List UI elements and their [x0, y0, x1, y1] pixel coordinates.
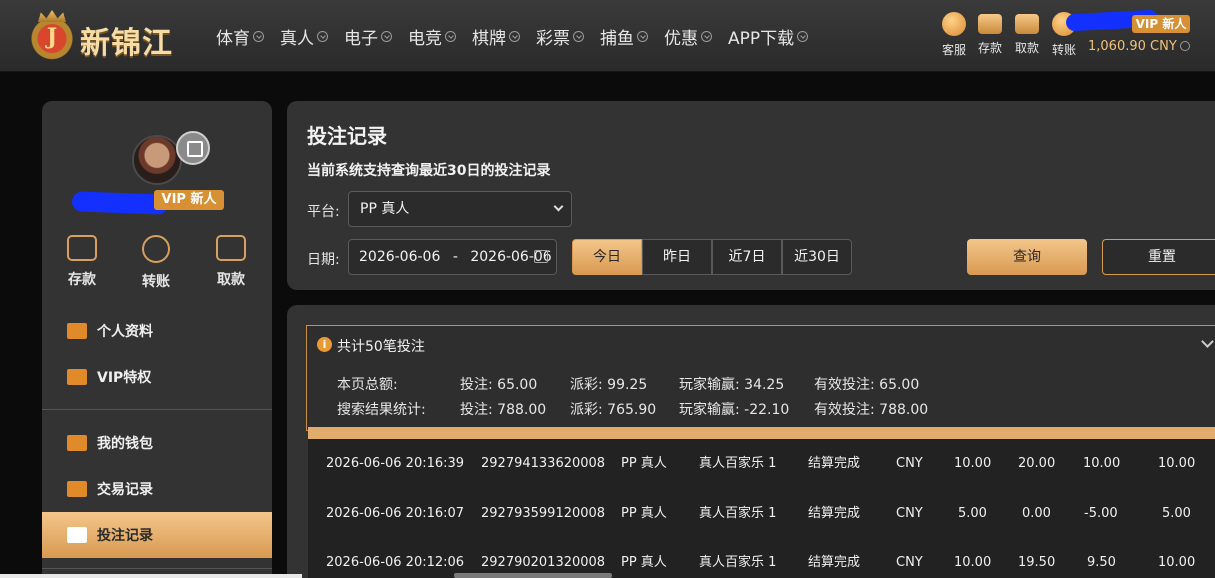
date-range-input[interactable]: 2026-06-06 - 2026-06-06 — [348, 239, 557, 275]
sidebar-transfer-button[interactable]: 转账 — [126, 235, 186, 291]
page-valid-bet: 有效投注: 65.00 — [814, 377, 920, 393]
page-total-label: 本页总额: — [337, 377, 398, 393]
nav-cards[interactable]: 棋牌 — [472, 24, 520, 49]
search-bet: 投注: 788.00 — [460, 402, 547, 418]
sidebar-item-bet-records[interactable]: 投注记录 — [42, 512, 272, 558]
clipboard-icon — [67, 527, 87, 543]
nav-live[interactable]: 真人 — [280, 24, 328, 49]
sidebar-withdraw-button[interactable]: 取款 — [201, 235, 261, 289]
id-card-icon — [67, 323, 87, 339]
chevron-down-icon — [381, 31, 392, 42]
search-total-label: 搜索结果统计: — [337, 402, 426, 418]
avatar — [132, 135, 182, 185]
horizontal-scrollbar[interactable] — [454, 573, 612, 578]
site-logo[interactable]: J 新锦江 — [28, 8, 193, 62]
main-nav: 体育 真人 电子 电竞 棋牌 彩票 捕鱼 优惠 APP下载 — [216, 24, 824, 49]
card-icon — [216, 235, 246, 261]
piggy-bank-icon — [67, 435, 87, 451]
top-header: J 新锦江 体育 真人 电子 电竞 棋牌 彩票 捕鱼 优惠 APP下载 客服 存… — [0, 0, 1215, 72]
sidebar-deposit-button[interactable]: 存款 — [52, 235, 112, 289]
balance-display[interactable]: 1,060.90 CNY — [1088, 39, 1190, 54]
withdraw-button[interactable]: 取款 — [1009, 12, 1045, 56]
table-row[interactable]: 2026-06-06 20:16:07 292793599120008 PP 真… — [308, 489, 1215, 539]
vip-card-icon — [67, 369, 87, 385]
calendar-icon — [534, 250, 548, 263]
bet-records-table: 2026-06-06 20:16:39 292794133620008 PP 真… — [308, 427, 1215, 578]
sidebar-divider — [42, 568, 272, 569]
nav-fishing[interactable]: 捕鱼 — [600, 24, 648, 49]
logo-letter: J — [46, 24, 58, 50]
page-payout: 派彩: 99.25 — [570, 377, 648, 393]
wallet-icon — [67, 235, 97, 261]
table-row[interactable]: 2026-06-06 20:12:06 292790201320008 PP 真… — [308, 538, 1215, 578]
nav-esports[interactable]: 电竞 — [408, 24, 456, 49]
chevron-down-icon — [797, 31, 809, 42]
page-winloss: 玩家输赢: 34.25 — [679, 377, 785, 393]
bottom-edge — [0, 574, 302, 578]
range-yesterday-button[interactable]: 昨日 — [642, 239, 712, 275]
chevron-down-icon — [253, 31, 264, 42]
chevron-down-icon — [317, 31, 328, 42]
search-winloss: 玩家输赢: -22.10 — [679, 402, 790, 418]
chevron-down-icon[interactable] — [1201, 335, 1214, 348]
customer-service-button[interactable]: 客服 — [936, 12, 972, 58]
transfer-icon — [142, 235, 170, 263]
sidebar-item-profile[interactable]: 个人资料 — [42, 308, 272, 354]
sidebar-item-transactions[interactable]: 交易记录 — [42, 466, 272, 512]
nav-promotions[interactable]: 优惠 — [664, 24, 712, 49]
nav-app-download[interactable]: APP下载 — [728, 24, 809, 49]
header-vip-badge: VIP 新人 — [1132, 15, 1190, 33]
summary-title: 共计50笔投注 — [337, 339, 425, 355]
nav-sports[interactable]: 体育 — [216, 24, 264, 49]
sidebar-item-wallet[interactable]: 我的钱包 — [42, 420, 272, 466]
platform-select[interactable]: PP 真人 — [348, 191, 572, 227]
chevron-down-icon — [1179, 41, 1190, 51]
sidebar-item-vip[interactable]: VIP特权 — [42, 354, 272, 400]
briefcase-icon — [1015, 14, 1039, 34]
sidebar-divider — [42, 409, 272, 410]
account-sidebar: VIP 新人 存款 转账 取款 个人资料 VIP特权 我的钱包 交易记录 投注记… — [42, 101, 272, 578]
chevron-down-icon — [701, 31, 712, 42]
query-button[interactable]: 查询 — [967, 239, 1087, 275]
logo-text: 新锦江 — [80, 26, 173, 61]
query-notice: 当前系统支持查询最近30日的投注记录 — [307, 163, 551, 179]
chevron-down-icon — [509, 31, 520, 42]
edit-profile-icon[interactable] — [176, 131, 210, 165]
chevron-down-icon — [637, 31, 648, 42]
chevron-down-icon — [445, 31, 456, 42]
chevron-down-icon — [573, 31, 584, 42]
results-panel: i 共计50笔投注 本页总额: 投注: 65.00 派彩: 99.25 玩家输赢… — [287, 305, 1215, 578]
date-label: 日期: — [307, 252, 340, 268]
range-7days-button[interactable]: 近7日 — [712, 239, 782, 275]
page-title: 投注记录 — [307, 124, 387, 148]
nav-lottery[interactable]: 彩票 — [536, 24, 584, 49]
search-payout: 派彩: 765.90 — [570, 402, 657, 418]
range-today-button[interactable]: 今日 — [572, 239, 642, 275]
info-icon: i — [317, 337, 332, 352]
chevron-down-icon — [553, 201, 564, 212]
range-30days-button[interactable]: 近30日 — [782, 239, 852, 275]
reset-button[interactable]: 重置 — [1102, 239, 1215, 275]
deposit-button[interactable]: 存款 — [972, 12, 1008, 56]
platform-label: 平台: — [307, 204, 340, 220]
page-bet: 投注: 65.00 — [460, 377, 538, 393]
sidebar-vip-badge: VIP 新人 — [154, 190, 224, 210]
document-icon — [67, 481, 87, 497]
search-valid-bet: 有效投注: 788.00 — [814, 402, 929, 418]
chat-icon — [942, 12, 966, 36]
summary-box: i 共计50笔投注 本页总额: 投注: 65.00 派彩: 99.25 玩家输赢… — [306, 325, 1215, 431]
table-row[interactable]: 2026-06-06 20:16:39 292794133620008 PP 真… — [308, 439, 1215, 489]
filter-panel: 投注记录 当前系统支持查询最近30日的投注记录 平台: PP 真人 日期: 20… — [287, 101, 1215, 290]
nav-slots[interactable]: 电子 — [344, 24, 392, 49]
wallet-icon — [978, 14, 1002, 34]
